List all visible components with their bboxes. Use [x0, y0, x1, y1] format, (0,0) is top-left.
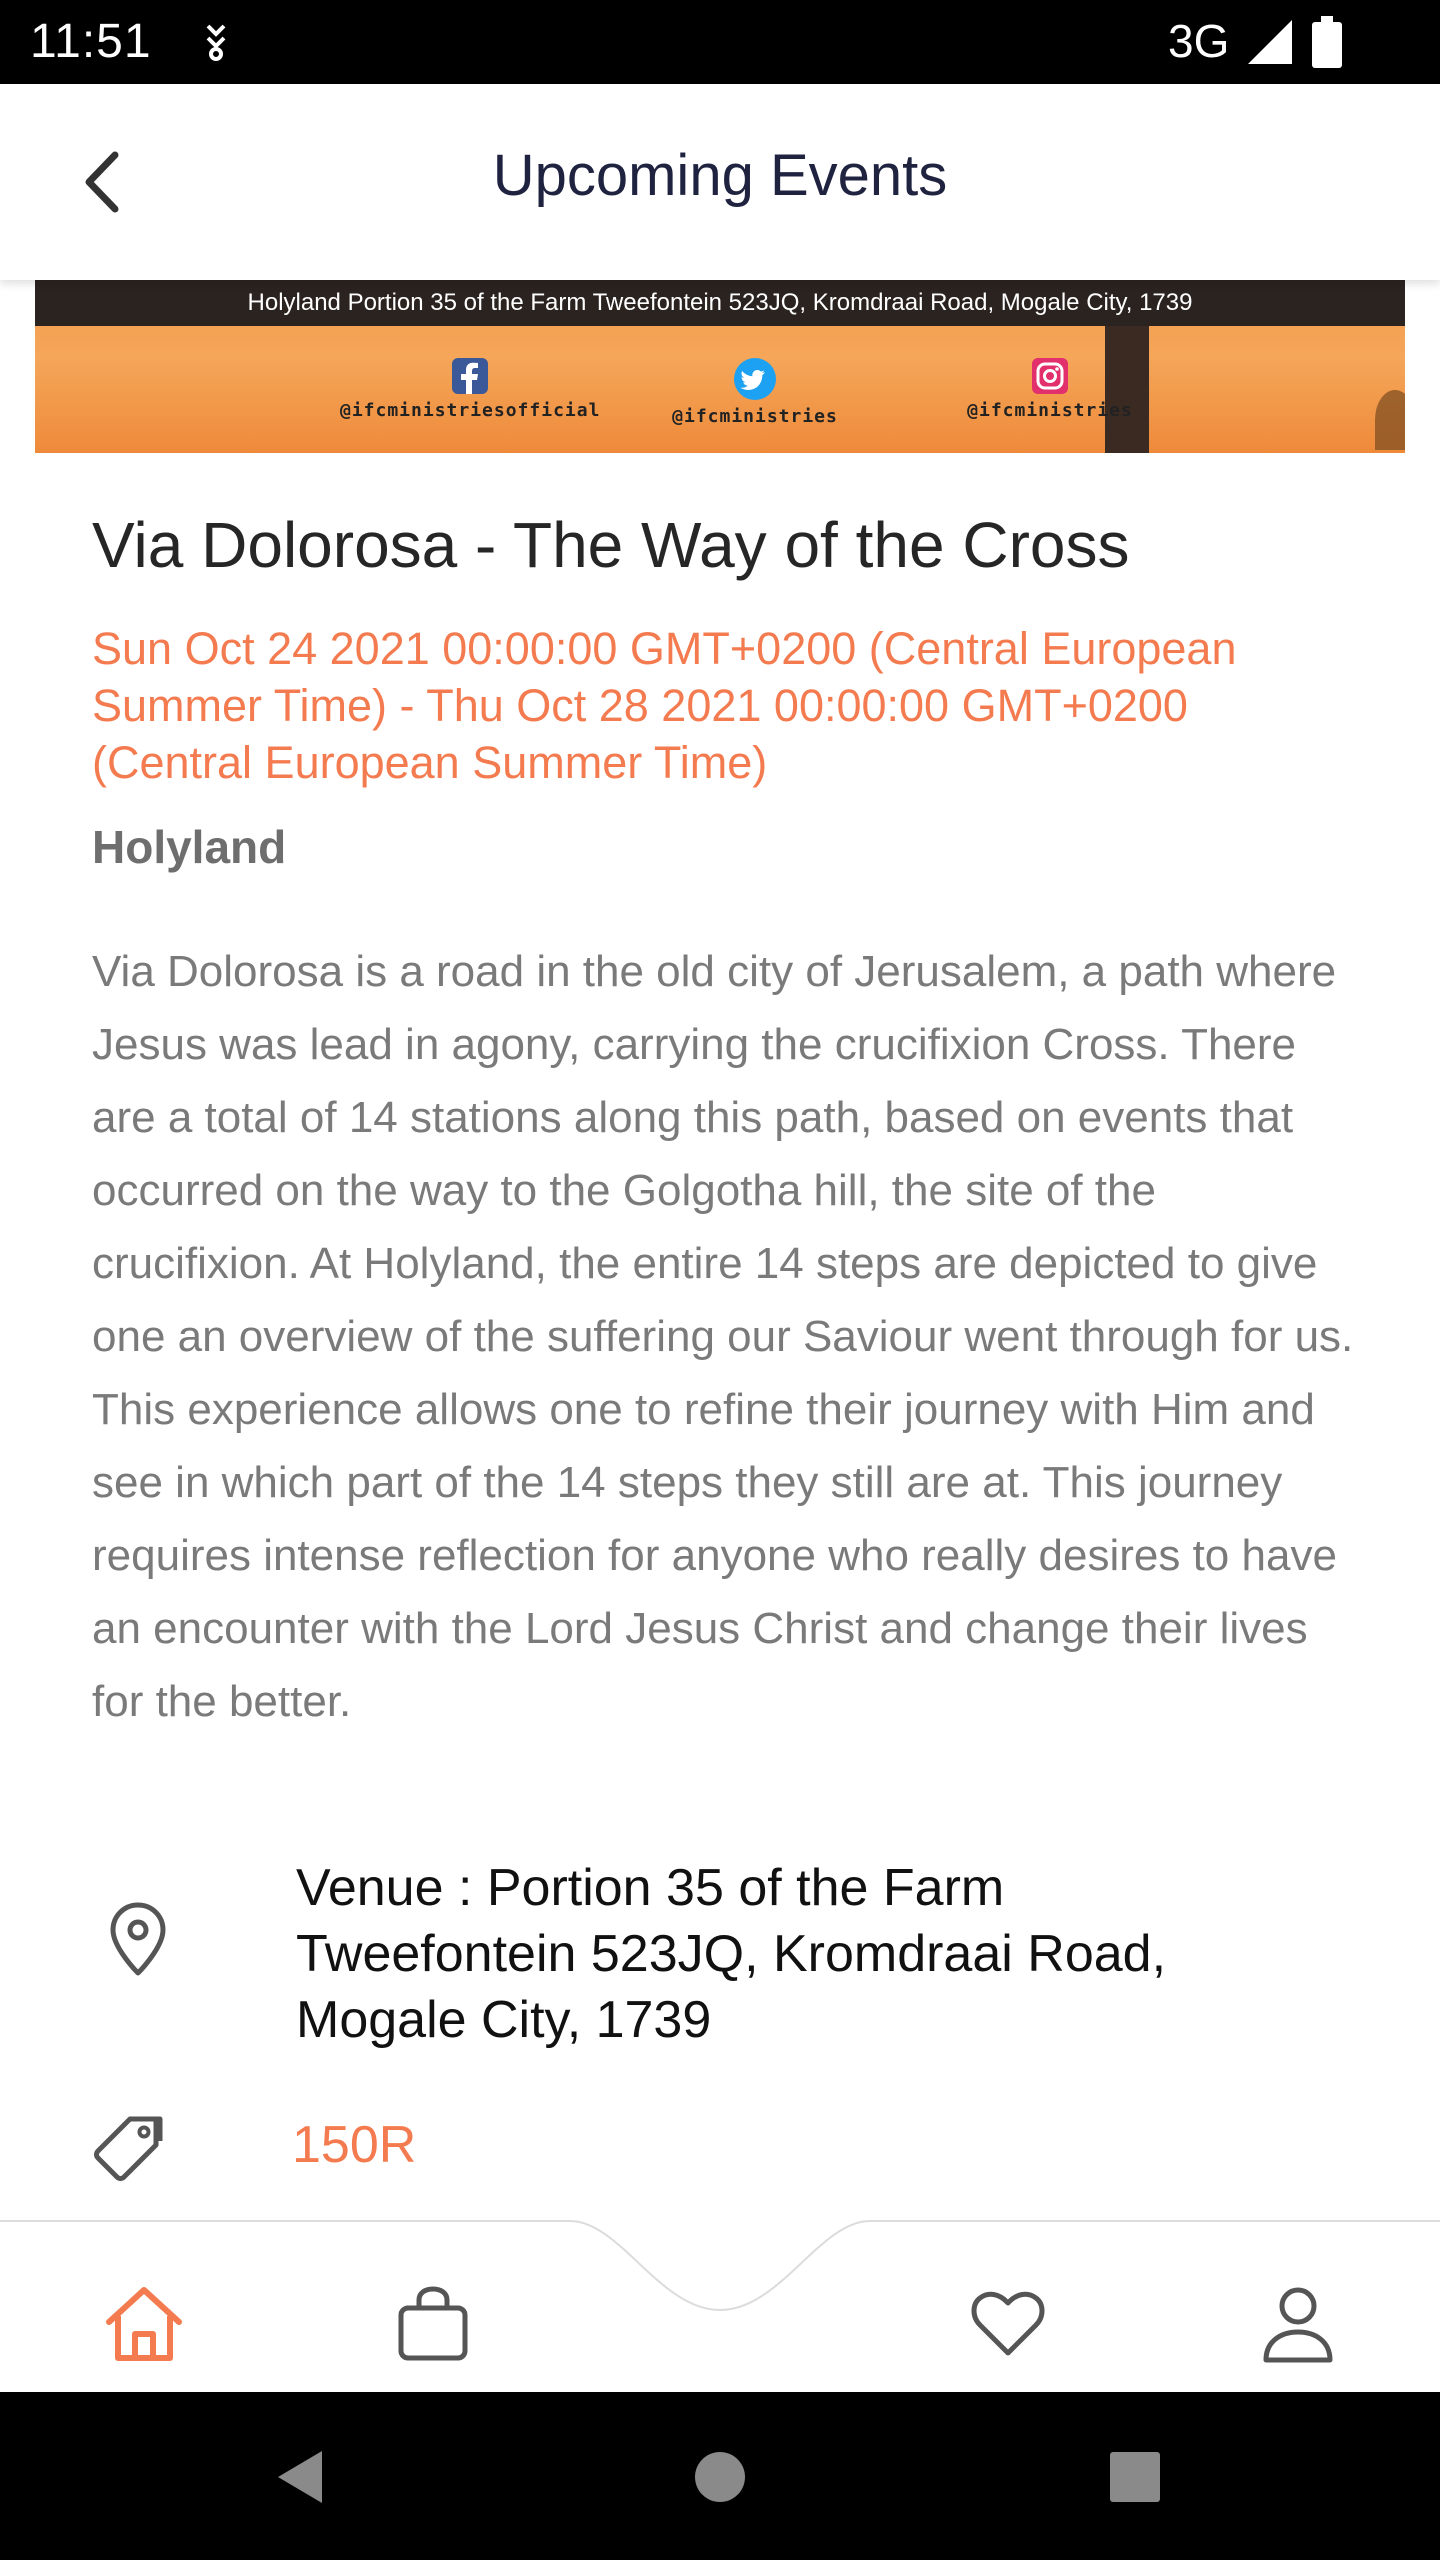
system-nav-bar	[0, 2392, 1440, 2560]
home-icon	[106, 2287, 182, 2361]
download-icon	[206, 24, 226, 61]
event-description: Via Dolorosa is a road in the old city o…	[92, 947, 1354, 1726]
app-bar: Upcoming Events	[0, 84, 1440, 280]
event-date-range: Sun Oct 24 2021 00:00:00 GMT+0200 (Centr…	[92, 623, 1237, 788]
event-place: Holyland	[92, 821, 287, 873]
event-price: 150R	[292, 2116, 417, 2174]
instagram-icon	[1032, 358, 1068, 394]
battery-icon	[1312, 16, 1342, 68]
location-pin-icon	[110, 1902, 166, 1976]
shopping-bag-icon	[398, 2286, 468, 2361]
signal-icon	[1248, 20, 1292, 64]
square-recents-icon	[1110, 2452, 1160, 2502]
nav-favorites-button[interactable]	[960, 2276, 1056, 2372]
nav-curve-divider	[0, 2220, 1440, 2312]
venue-text: Venue : Portion 35 of the Farm Tweefonte…	[296, 1859, 1167, 2049]
circle-home-icon	[695, 2452, 745, 2502]
event-banner-image: Holyland Portion 35 of the Farm Tweefont…	[35, 280, 1405, 453]
system-home-button[interactable]	[685, 2442, 755, 2512]
system-recents-button[interactable]	[1100, 2442, 1170, 2512]
banner-social-facebook: @ifcministriesofficial	[340, 358, 600, 421]
event-title: Via Dolorosa - The Way of the Cross	[92, 509, 1130, 581]
banner-tree-shape	[1375, 390, 1405, 450]
instagram-handle: @ifcministries	[967, 400, 1133, 421]
network-type: 3G	[1168, 15, 1230, 67]
triangle-back-icon	[278, 2451, 322, 2503]
twitter-handle: @ifcministries	[672, 406, 838, 427]
page-title: Upcoming Events	[492, 143, 948, 208]
banner-social-twitter: @ifcministries	[635, 358, 875, 427]
twitter-icon	[734, 358, 776, 400]
event-detail-content[interactable]: Holyland Portion 35 of the Farm Tweefont…	[0, 280, 1440, 2220]
nav-home-button[interactable]	[96, 2276, 192, 2372]
nav-shop-button[interactable]	[385, 2276, 481, 2372]
status-time: 11:51	[30, 15, 152, 68]
facebook-handle: @ifcministriesofficial	[340, 400, 601, 421]
nav-profile-button[interactable]	[1250, 2276, 1346, 2372]
venue-row: Venue : Portion 35 of the Farm Tweefonte…	[0, 1855, 1440, 2075]
price-row: 150R	[0, 2105, 1440, 2205]
status-bar: 11:51 3G	[0, 0, 1440, 84]
price-tag-icon	[94, 2116, 163, 2181]
user-icon	[1263, 2287, 1333, 2363]
banner-social-instagram: @ifcministries	[930, 358, 1170, 421]
facebook-icon	[452, 358, 488, 394]
bottom-nav	[0, 2220, 1440, 2392]
system-back-button[interactable]	[265, 2442, 335, 2512]
heart-icon	[971, 2291, 1045, 2356]
banner-address: Holyland Portion 35 of the Farm Tweefont…	[35, 280, 1405, 326]
